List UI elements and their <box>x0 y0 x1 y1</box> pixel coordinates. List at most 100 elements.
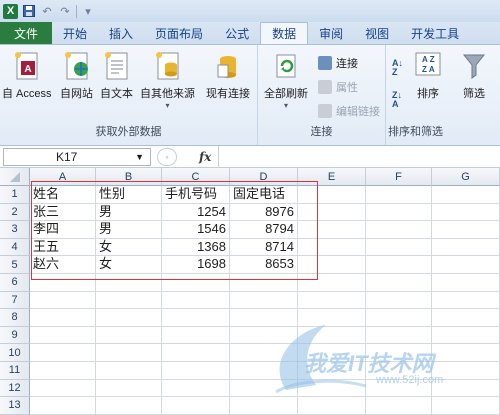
name-box[interactable]: K17 ▼ <box>3 147 151 166</box>
cell-e4[interactable] <box>298 238 366 257</box>
save-icon[interactable] <box>22 4 36 18</box>
undo-icon[interactable]: ↶ <box>40 4 54 18</box>
cell-a3[interactable]: 李四 <box>30 221 96 239</box>
column-header-d[interactable]: D <box>230 168 298 186</box>
column-header-g[interactable]: G <box>432 168 500 186</box>
chevron-down-icon[interactable]: ▼ <box>135 152 144 162</box>
row-header-10[interactable]: 10 <box>0 344 30 362</box>
column-header-f[interactable]: F <box>366 168 432 186</box>
cell-g2[interactable] <box>432 203 500 222</box>
cell-g6[interactable] <box>432 274 500 292</box>
cell-a5[interactable]: 赵六 <box>30 256 96 274</box>
cell-e5[interactable] <box>298 256 366 274</box>
formula-input[interactable] <box>218 146 500 167</box>
cell-b12[interactable] <box>96 379 162 398</box>
refresh-all-button[interactable]: 全部刷新 ▾ <box>264 51 308 110</box>
properties-button[interactable]: 属性 <box>318 79 358 95</box>
formula-bar-expand-icon[interactable]: ◦ <box>157 147 177 166</box>
cell-f3[interactable] <box>366 221 432 239</box>
cell-f5[interactable] <box>366 256 432 274</box>
row-header-12[interactable]: 12 <box>0 379 30 398</box>
cell-b6[interactable] <box>96 274 162 292</box>
redo-icon[interactable]: ↷ <box>58 4 72 18</box>
tab-page-layout[interactable]: 页面布局 <box>144 22 214 44</box>
cell-b2[interactable]: 男 <box>96 203 162 222</box>
cell-f4[interactable] <box>366 238 432 257</box>
cell-c8[interactable] <box>162 309 230 327</box>
cell-c12[interactable] <box>162 379 230 398</box>
sort-ascending-button[interactable]: A↓ Z <box>392 59 403 77</box>
cell-c10[interactable] <box>162 344 230 362</box>
cell-b9[interactable] <box>96 326 162 345</box>
cell-b3[interactable]: 男 <box>96 221 162 239</box>
row-header-5[interactable]: 5 <box>0 256 30 274</box>
cell-a7[interactable] <box>30 291 96 310</box>
cell-c5[interactable]: 1698 <box>162 256 230 274</box>
cell-e6[interactable] <box>298 274 366 292</box>
cell-d6[interactable] <box>230 274 298 292</box>
tab-data[interactable]: 数据 <box>260 22 309 44</box>
from-access-button[interactable]: A 自 Access <box>2 51 52 101</box>
cell-d4[interactable]: 8714 <box>230 238 298 257</box>
cell-g4[interactable] <box>432 238 500 257</box>
cell-b7[interactable] <box>96 291 162 310</box>
sort-button[interactable]: A ZZ A 排序 <box>414 51 442 101</box>
tab-developer[interactable]: 开发工具 <box>400 22 470 44</box>
row-header-8[interactable]: 8 <box>0 309 30 327</box>
cell-b4[interactable]: 女 <box>96 238 162 257</box>
tab-insert[interactable]: 插入 <box>98 22 144 44</box>
cell-g5[interactable] <box>432 256 500 274</box>
cell-g3[interactable] <box>432 221 500 239</box>
cell-c9[interactable] <box>162 326 230 345</box>
cell-a9[interactable] <box>30 326 96 345</box>
cell-e3[interactable] <box>298 221 366 239</box>
cell-b11[interactable] <box>96 362 162 380</box>
cell-d3[interactable]: 8794 <box>230 221 298 239</box>
connections-button[interactable]: 连接 <box>318 55 358 71</box>
row-header-6[interactable]: 6 <box>0 274 30 292</box>
cell-c2[interactable]: 1254 <box>162 203 230 222</box>
cell-f7[interactable] <box>366 291 432 310</box>
cell-a11[interactable] <box>30 362 96 380</box>
column-header-c[interactable]: C <box>162 168 230 186</box>
tab-review[interactable]: 审阅 <box>308 22 354 44</box>
cell-a12[interactable] <box>30 379 96 398</box>
cell-c3[interactable]: 1546 <box>162 221 230 239</box>
tab-home[interactable]: 开始 <box>52 22 98 44</box>
cell-a1[interactable]: 姓名 <box>30 186 96 204</box>
cell-e1[interactable] <box>298 186 366 204</box>
filter-button[interactable]: 筛选 <box>460 51 488 101</box>
insert-function-button[interactable]: fx <box>199 150 211 164</box>
cell-a10[interactable] <box>30 344 96 362</box>
from-web-button[interactable]: 自网站 <box>60 51 93 101</box>
edit-links-button[interactable]: 编辑链接 <box>318 103 380 119</box>
row-header-7[interactable]: 7 <box>0 291 30 310</box>
existing-connections-button[interactable]: 现有连接 <box>206 51 250 101</box>
cell-b8[interactable] <box>96 309 162 327</box>
cell-g1[interactable] <box>432 186 500 204</box>
select-all-corner[interactable] <box>0 168 30 186</box>
customize-qat-icon[interactable]: ▾ <box>81 4 95 18</box>
cell-a8[interactable] <box>30 309 96 327</box>
cell-b1[interactable]: 性别 <box>96 186 162 204</box>
cell-a4[interactable]: 王五 <box>30 238 96 257</box>
cell-a6[interactable] <box>30 274 96 292</box>
cell-c6[interactable] <box>162 274 230 292</box>
tab-view[interactable]: 视图 <box>354 22 400 44</box>
cell-f6[interactable] <box>366 274 432 292</box>
row-header-3[interactable]: 3 <box>0 221 30 239</box>
row-header-4[interactable]: 4 <box>0 238 30 257</box>
column-header-e[interactable]: E <box>298 168 366 186</box>
cell-b5[interactable]: 女 <box>96 256 162 274</box>
cell-c7[interactable] <box>162 291 230 310</box>
column-header-a[interactable]: A <box>30 168 96 186</box>
row-header-2[interactable]: 2 <box>0 203 30 222</box>
column-header-b[interactable]: B <box>96 168 162 186</box>
row-header-11[interactable]: 11 <box>0 362 30 380</box>
sort-descending-button[interactable]: Z↓ A <box>392 91 402 109</box>
cell-d7[interactable] <box>230 291 298 310</box>
cell-f2[interactable] <box>366 203 432 222</box>
cell-d5[interactable]: 8653 <box>230 256 298 274</box>
from-text-button[interactable]: 自文本 <box>100 51 133 101</box>
row-header-9[interactable]: 9 <box>0 326 30 345</box>
